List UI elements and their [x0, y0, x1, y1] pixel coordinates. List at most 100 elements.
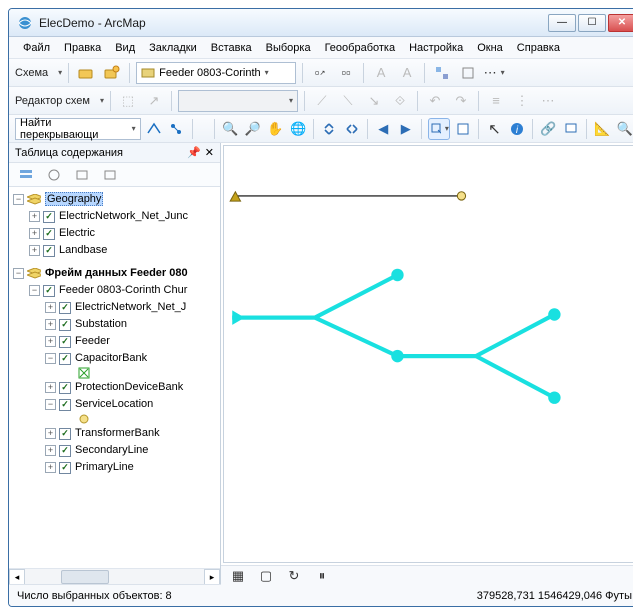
- expand-icon[interactable]: +: [29, 211, 40, 222]
- tree-row[interactable]: +✓ElectricNetwork_Net_J: [11, 299, 218, 316]
- menu-edit[interactable]: Правка: [58, 40, 107, 56]
- tree-row[interactable]: −✓Feeder 0803-Corinth Chur: [11, 282, 218, 299]
- select-features-button[interactable]: ▾: [428, 118, 450, 140]
- checkbox-icon[interactable]: ✓: [59, 319, 71, 331]
- prev-extent-button[interactable]: ◀: [374, 118, 393, 140]
- more-options-button[interactable]: ⋯▾: [483, 62, 505, 84]
- rot-right-button[interactable]: ↷: [450, 90, 472, 112]
- map-canvas[interactable]: [223, 145, 633, 563]
- align-button[interactable]: ≡: [485, 90, 507, 112]
- pin-icon[interactable]: 📌: [187, 146, 201, 159]
- rot-left-button[interactable]: ↶: [424, 90, 446, 112]
- expand-icon[interactable]: +: [29, 245, 40, 256]
- maximize-button[interactable]: ☐: [578, 14, 606, 32]
- list-by-source-icon[interactable]: [43, 164, 65, 186]
- data-view-icon[interactable]: ▦: [227, 565, 249, 587]
- tree-row[interactable]: −✓CapacitorBank: [11, 350, 218, 367]
- font-smaller-button[interactable]: A: [370, 62, 392, 84]
- layout-view-icon[interactable]: ▢: [255, 565, 277, 587]
- tree-row[interactable]: [11, 413, 218, 425]
- checkbox-icon[interactable]: ✓: [59, 428, 71, 440]
- pan-button[interactable]: ✋: [266, 118, 285, 140]
- pause-draw-icon[interactable]: ⏸: [311, 565, 333, 587]
- next-extent-button[interactable]: ▶: [397, 118, 416, 140]
- checkbox-icon[interactable]: ✓: [43, 211, 55, 223]
- menu-file[interactable]: Файл: [17, 40, 56, 56]
- close-button[interactable]: ✕: [608, 14, 633, 32]
- full-extent-button[interactable]: 🌐: [289, 118, 308, 140]
- list-by-selection-icon[interactable]: [99, 164, 121, 186]
- editor-caret-icon[interactable]: ▾: [100, 96, 104, 105]
- editor-combo[interactable]: ▾: [178, 90, 298, 112]
- identify-button[interactable]: i: [508, 118, 527, 140]
- expand-icon[interactable]: +: [45, 382, 56, 393]
- tree-row[interactable]: +✓SecondaryLine: [11, 442, 218, 459]
- refresh-icon[interactable]: ↻: [283, 565, 305, 587]
- find-button[interactable]: 🔍: [615, 118, 633, 140]
- collapse-icon[interactable]: −: [45, 353, 56, 364]
- alg2-button[interactable]: ⟍: [337, 90, 359, 112]
- fixed-zoom-in-button[interactable]: [320, 118, 339, 140]
- collapse-icon[interactable]: −: [13, 194, 24, 205]
- schema-caret-icon[interactable]: ▾: [58, 68, 62, 77]
- expand-icon[interactable]: +: [45, 336, 56, 347]
- toc-tree[interactable]: −Geography+✓ElectricNetwork_Net_Junc+✓El…: [9, 187, 220, 568]
- expand-icon[interactable]: +: [45, 445, 56, 456]
- menu-bookmarks[interactable]: Закладки: [143, 40, 203, 56]
- alg1-button[interactable]: ⟋: [311, 90, 333, 112]
- alg4-button[interactable]: ⟐: [389, 90, 411, 112]
- checkbox-icon[interactable]: ✓: [59, 353, 71, 365]
- more-edit-button[interactable]: ⋯: [537, 90, 559, 112]
- expand-icon[interactable]: +: [45, 462, 56, 473]
- checkbox-icon[interactable]: ✓: [43, 245, 55, 257]
- zoom-out-button[interactable]: 🔎: [244, 118, 263, 140]
- toc-close-icon[interactable]: ✕: [205, 146, 214, 159]
- checkbox-icon[interactable]: ✓: [59, 462, 71, 474]
- propagate-button[interactable]: ▫↗: [309, 62, 331, 84]
- checkbox-icon[interactable]: ✓: [43, 285, 55, 297]
- measure-button[interactable]: 📐: [593, 118, 612, 140]
- clear-selection-button[interactable]: [454, 118, 473, 140]
- scroll-left-icon[interactable]: ◂: [9, 569, 25, 585]
- expand-icon[interactable]: +: [45, 302, 56, 313]
- hyperlink-button[interactable]: 🔗: [539, 118, 558, 140]
- checkbox-icon[interactable]: ✓: [59, 302, 71, 314]
- tree-row[interactable]: +✓PrimaryLine: [11, 459, 218, 476]
- menu-insert[interactable]: Вставка: [205, 40, 258, 56]
- assoc-features-button[interactable]: [431, 62, 453, 84]
- scroll-thumb[interactable]: [61, 570, 109, 584]
- menu-geoprocessing[interactable]: Геообработка: [319, 40, 402, 56]
- menu-view[interactable]: Вид: [109, 40, 141, 56]
- checkbox-icon[interactable]: ✓: [43, 228, 55, 240]
- layer-selector[interactable]: Feeder 0803-Corinth ▾: [136, 62, 296, 84]
- find-overlapping-combo[interactable]: Найти перекрывающи▾: [15, 118, 141, 140]
- select-elements-button[interactable]: ↖: [485, 118, 504, 140]
- tree-row[interactable]: [11, 367, 218, 379]
- minimize-button[interactable]: —: [548, 14, 576, 32]
- menu-selection[interactable]: Выборка: [260, 40, 317, 56]
- tree-row[interactable]: +✓Feeder: [11, 333, 218, 350]
- toc-scrollbar-horizontal[interactable]: ◂ ▸: [9, 568, 220, 584]
- checkbox-icon[interactable]: ✓: [59, 445, 71, 457]
- menu-help[interactable]: Справка: [511, 40, 566, 56]
- collapse-icon[interactable]: −: [29, 285, 40, 296]
- tree-row[interactable]: −✓ServiceLocation: [11, 396, 218, 413]
- collapse-icon[interactable]: −: [13, 268, 24, 279]
- tree-row[interactable]: +✓Substation: [11, 316, 218, 333]
- tree-row[interactable]: +✓Landbase: [11, 242, 218, 259]
- list-by-drawing-icon[interactable]: [15, 164, 37, 186]
- clear-assoc-button[interactable]: [457, 62, 479, 84]
- tree-row[interactable]: +✓ElectricNetwork_Net_Junc: [11, 208, 218, 225]
- tree-row[interactable]: +✓Electric: [11, 225, 218, 242]
- expand-icon[interactable]: +: [29, 228, 40, 239]
- fixed-zoom-out-button[interactable]: [343, 118, 362, 140]
- zoom-in-button[interactable]: 🔍: [221, 118, 240, 140]
- font-larger-button[interactable]: A: [396, 62, 418, 84]
- expand-icon[interactable]: +: [45, 319, 56, 330]
- checkbox-icon[interactable]: ✓: [59, 399, 71, 411]
- tree-row[interactable]: −Geography: [11, 191, 218, 208]
- trace-button[interactable]: [145, 118, 164, 140]
- edit-move-button[interactable]: ⬚: [117, 90, 139, 112]
- menu-customize[interactable]: Настройка: [403, 40, 469, 56]
- edit-vertices-button[interactable]: ↗: [143, 90, 165, 112]
